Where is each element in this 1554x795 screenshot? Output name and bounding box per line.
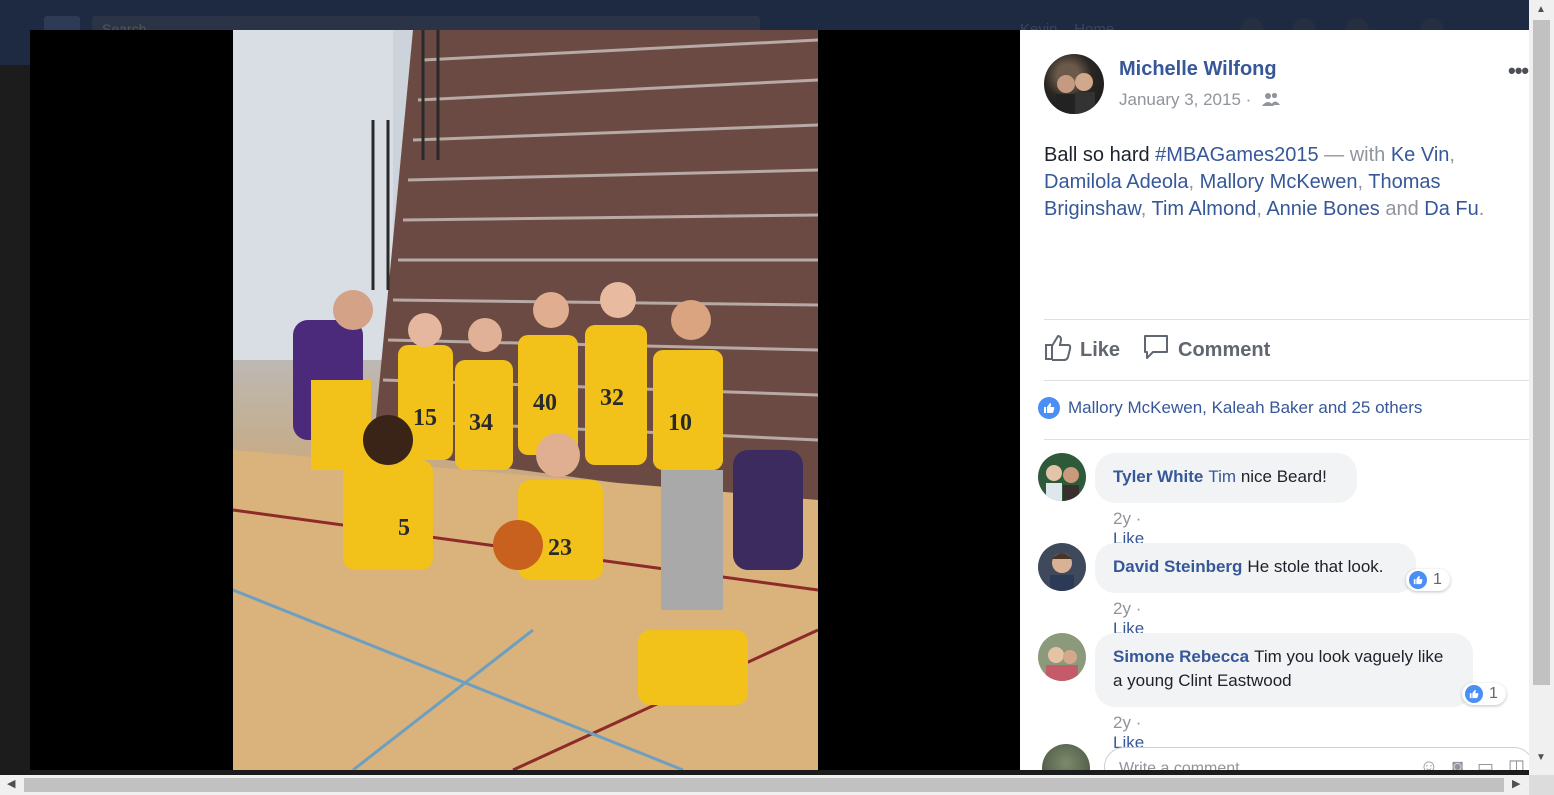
post-date: January 3, 2015 · bbox=[1119, 90, 1281, 111]
and-text: and bbox=[1379, 198, 1425, 220]
comment-icon bbox=[1142, 333, 1170, 367]
divider bbox=[1044, 439, 1529, 440]
hashtag-link[interactable]: #MBAGames2015 bbox=[1155, 144, 1318, 166]
reaction-count: 1 bbox=[1489, 685, 1498, 702]
post-text-lead: Ball so hard bbox=[1044, 144, 1156, 166]
scroll-up-arrow-icon[interactable]: ▲ bbox=[1536, 4, 1546, 15]
tagged-friend-link[interactable]: Tim Almond bbox=[1151, 198, 1256, 220]
post-side-panel: Michelle Wilfong January 3, 2015 · ••• B… bbox=[1020, 30, 1529, 770]
photo-stage[interactable]: 15 34 40 32 10 5 23 bbox=[30, 30, 1020, 770]
svg-text:40: 40 bbox=[533, 390, 557, 416]
comment-button[interactable]: Comment bbox=[1142, 332, 1270, 368]
author-name[interactable]: Michelle Wilfong bbox=[1119, 58, 1277, 81]
camera-icon[interactable]: ◙ bbox=[1452, 756, 1463, 770]
write-comment-placeholder: Write a comment... bbox=[1119, 760, 1253, 770]
divider bbox=[1044, 319, 1529, 320]
sticker-icon[interactable]: ◫ bbox=[1508, 756, 1525, 770]
write-comment-input[interactable]: Write a comment... ☺ ◙ ▭ ◫ bbox=[1104, 747, 1529, 770]
tagged-friend-link[interactable]: Da Fu bbox=[1424, 198, 1478, 220]
scroll-left-arrow-icon[interactable]: ◀ bbox=[7, 777, 15, 790]
emoji-icon[interactable]: ☺ bbox=[1420, 756, 1438, 770]
more-options-button[interactable]: ••• bbox=[1508, 58, 1529, 84]
reaction-count: 1 bbox=[1433, 571, 1442, 588]
comment-text: nice Beard! bbox=[1240, 467, 1327, 486]
comment-tag[interactable]: Tim bbox=[1208, 467, 1236, 486]
current-user-avatar bbox=[1042, 744, 1090, 770]
commenter-avatar[interactable] bbox=[1038, 543, 1086, 591]
author-avatar[interactable] bbox=[1044, 54, 1104, 114]
vertical-scrollbar[interactable]: ▲ ▼ bbox=[1529, 0, 1554, 775]
friends-icon[interactable] bbox=[1262, 91, 1281, 111]
like-button[interactable]: Like bbox=[1044, 332, 1120, 368]
like-reaction-icon bbox=[1409, 571, 1427, 589]
with-text: — with bbox=[1318, 144, 1391, 166]
divider bbox=[1044, 380, 1529, 381]
comment-label: Comment bbox=[1178, 338, 1271, 361]
like-reaction-icon bbox=[1038, 397, 1060, 419]
separator: , bbox=[1357, 171, 1369, 193]
svg-text:5: 5 bbox=[398, 515, 410, 541]
separator: , bbox=[1449, 144, 1455, 166]
comment-reaction-count[interactable]: 1 bbox=[1462, 683, 1506, 705]
tagged-friend-link[interactable]: Damilola Adeola bbox=[1044, 171, 1189, 193]
like-label: Like bbox=[1080, 338, 1121, 361]
separator: , bbox=[1256, 198, 1267, 220]
thumbs-up-icon bbox=[1044, 333, 1072, 367]
separator: , bbox=[1188, 171, 1200, 193]
horizontal-scrollbar[interactable]: ◀ ▶ bbox=[0, 775, 1529, 795]
comment-input-icons: ☺ ◙ ▭ ◫ bbox=[1420, 756, 1525, 770]
svg-text:23: 23 bbox=[548, 535, 572, 561]
comment-bubble: Tyler White Tim nice Beard! bbox=[1095, 453, 1357, 503]
scrollbar-corner bbox=[1529, 775, 1554, 795]
team-photo-illustration: 15 34 40 32 10 5 23 bbox=[233, 30, 818, 770]
svg-text:32: 32 bbox=[600, 385, 624, 411]
commenter-avatar[interactable] bbox=[1038, 453, 1086, 501]
comment-time[interactable]: 2y bbox=[1113, 713, 1131, 732]
comment-text: He stole that look. bbox=[1247, 557, 1384, 576]
commenter-name[interactable]: Simone Rebecca bbox=[1113, 647, 1249, 666]
comment-reaction-count[interactable]: 1 bbox=[1406, 569, 1450, 591]
commenter-name[interactable]: Tyler White bbox=[1113, 467, 1203, 486]
post-text: Ball so hard #MBAGames2015 — with Ke Vin… bbox=[1044, 142, 1514, 223]
comment-bubble: Simone Rebecca Tim you look vaguely like … bbox=[1095, 633, 1473, 707]
post-photo[interactable]: 15 34 40 32 10 5 23 bbox=[233, 30, 818, 770]
comment-time[interactable]: 2y bbox=[1113, 599, 1131, 618]
comment-bubble: David Steinberg He stole that look. bbox=[1095, 543, 1416, 593]
tagged-friend-link[interactable]: Mallory McKewen bbox=[1200, 171, 1358, 193]
tagged-friend-link[interactable]: Annie Bones bbox=[1266, 198, 1379, 220]
reactions-summary[interactable]: Mallory McKewen, Kaleah Baker and 25 oth… bbox=[1038, 397, 1422, 419]
svg-text:34: 34 bbox=[469, 410, 493, 436]
commenter-avatar[interactable] bbox=[1038, 633, 1086, 681]
scroll-down-arrow-icon[interactable]: ▼ bbox=[1536, 752, 1546, 763]
comment-time[interactable]: 2y bbox=[1113, 509, 1131, 528]
period: . bbox=[1478, 198, 1485, 220]
commenter-name[interactable]: David Steinberg bbox=[1113, 557, 1242, 576]
svg-text:10: 10 bbox=[668, 410, 692, 436]
write-comment-area: Write a comment... ☺ ◙ ▭ ◫ bbox=[1020, 744, 1529, 770]
gif-icon[interactable]: ▭ bbox=[1477, 756, 1494, 770]
reactions-summary-text: Mallory McKewen, Kaleah Baker and 25 oth… bbox=[1068, 398, 1423, 417]
post-date-text[interactable]: January 3, 2015 · bbox=[1119, 90, 1251, 109]
author-avatar-illustration bbox=[1056, 73, 1095, 114]
like-reaction-icon bbox=[1465, 685, 1483, 703]
svg-text:15: 15 bbox=[413, 405, 437, 431]
scroll-right-arrow-icon[interactable]: ▶ bbox=[1512, 777, 1520, 790]
separator: , bbox=[1140, 198, 1152, 220]
vertical-scroll-thumb[interactable] bbox=[1533, 20, 1550, 685]
horizontal-scroll-thumb[interactable] bbox=[24, 778, 1504, 792]
tagged-friend-link[interactable]: Ke Vin bbox=[1391, 144, 1450, 166]
